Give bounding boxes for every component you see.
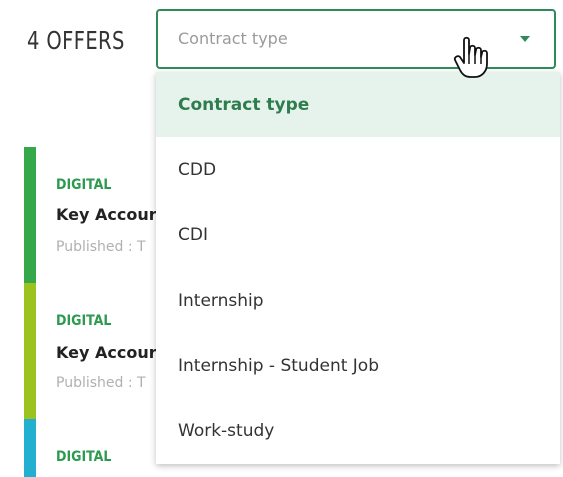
contract-option-internship[interactable]: Internship	[156, 268, 560, 333]
offer-title[interactable]: Key Accour	[56, 343, 157, 362]
offer-category: DIGITAL	[56, 313, 112, 329]
contract-option-internship-student-job[interactable]: Internship - Student Job	[156, 333, 560, 398]
offer-color-bar	[24, 147, 36, 283]
contract-type-dropdown: Contract type CDD CDI Internship Interns…	[156, 72, 560, 464]
offer-color-bar	[24, 419, 36, 477]
contract-option-contract-type[interactable]: Contract type	[156, 72, 560, 138]
chevron-down-icon[interactable]	[520, 36, 530, 42]
contract-type-placeholder: Contract type	[178, 29, 288, 48]
offer-category: DIGITAL	[56, 177, 112, 193]
contract-option-work-study[interactable]: Work-study	[156, 398, 560, 463]
contract-option-cdi[interactable]: CDI	[156, 203, 560, 268]
offer-published: Published : T	[56, 375, 146, 391]
offer-title[interactable]: Key Accour	[56, 205, 157, 224]
contract-option-cdd[interactable]: CDD	[156, 137, 560, 202]
offer-category: DIGITAL	[56, 449, 112, 465]
offers-count: 4 OFFERS	[27, 26, 125, 55]
offer-color-bar	[24, 283, 36, 419]
offer-published: Published : T	[56, 239, 146, 255]
contract-type-select[interactable]: Contract type	[156, 9, 556, 69]
